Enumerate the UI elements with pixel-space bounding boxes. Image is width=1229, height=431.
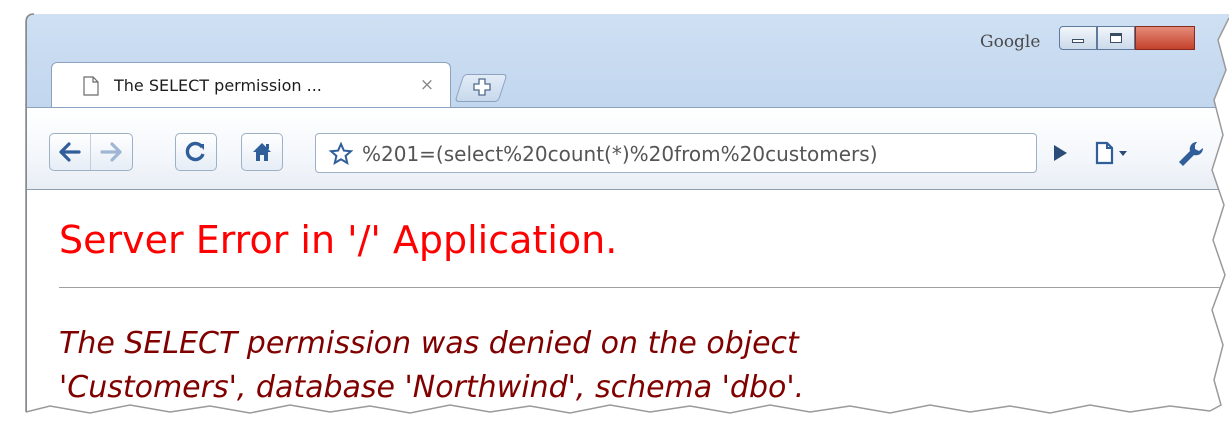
- page-icon: [83, 76, 99, 96]
- browser-frame: Google The SELECT permission ... × %201=…: [27, 14, 1229, 190]
- star-icon[interactable]: [329, 142, 353, 166]
- address-bar[interactable]: %201=(select%20count(*)%20from%20custome…: [315, 133, 1037, 173]
- toolbar: %201=(select%20count(*)%20from%20custome…: [27, 107, 1229, 190]
- error-message-line-1: The SELECT permission was denied on the …: [59, 326, 799, 361]
- reload-icon: [185, 141, 205, 162]
- page-content: Server Error in '/' Application. The SEL…: [27, 190, 1229, 416]
- forward-button[interactable]: [90, 134, 130, 170]
- window-controls: [1059, 26, 1195, 50]
- error-heading: Server Error in '/' Application.: [59, 218, 618, 262]
- tab-active[interactable]: The SELECT permission ... ×: [51, 62, 451, 108]
- plus-icon: [473, 78, 491, 96]
- back-arrow-icon: [59, 142, 81, 162]
- reload-target[interactable]: [176, 134, 216, 170]
- maximize-icon: [1110, 33, 1122, 43]
- forward-arrow-icon: [99, 142, 122, 162]
- home-icon: [253, 143, 271, 161]
- tab-close-icon[interactable]: ×: [416, 74, 438, 96]
- back-forward-group: [49, 133, 133, 171]
- error-message: The SELECT permission was denied on the …: [59, 322, 1159, 410]
- minimize-button[interactable]: [1059, 26, 1097, 50]
- error-message-line-2: 'Customers', database 'Northwind', schem…: [59, 370, 805, 405]
- reload-button[interactable]: [175, 133, 217, 171]
- url-text[interactable]: %201=(select%20count(*)%20from%20custome…: [362, 140, 962, 168]
- wrench-icon[interactable]: [1175, 139, 1205, 167]
- back-button[interactable]: [50, 134, 90, 170]
- home-button[interactable]: [241, 133, 283, 171]
- page-menu-icon[interactable]: [1093, 141, 1137, 165]
- divider: [59, 287, 1229, 288]
- home-target[interactable]: [242, 134, 282, 170]
- tab-title: The SELECT permission ...: [114, 76, 322, 95]
- go-arrow-icon[interactable]: [1049, 142, 1071, 164]
- close-window-button[interactable]: [1135, 26, 1195, 50]
- brand-label: Google: [980, 32, 1041, 52]
- browser-window: Google The SELECT permission ... × %201=…: [26, 14, 1229, 416]
- minimize-icon: [1072, 39, 1084, 43]
- maximize-button[interactable]: [1097, 26, 1135, 50]
